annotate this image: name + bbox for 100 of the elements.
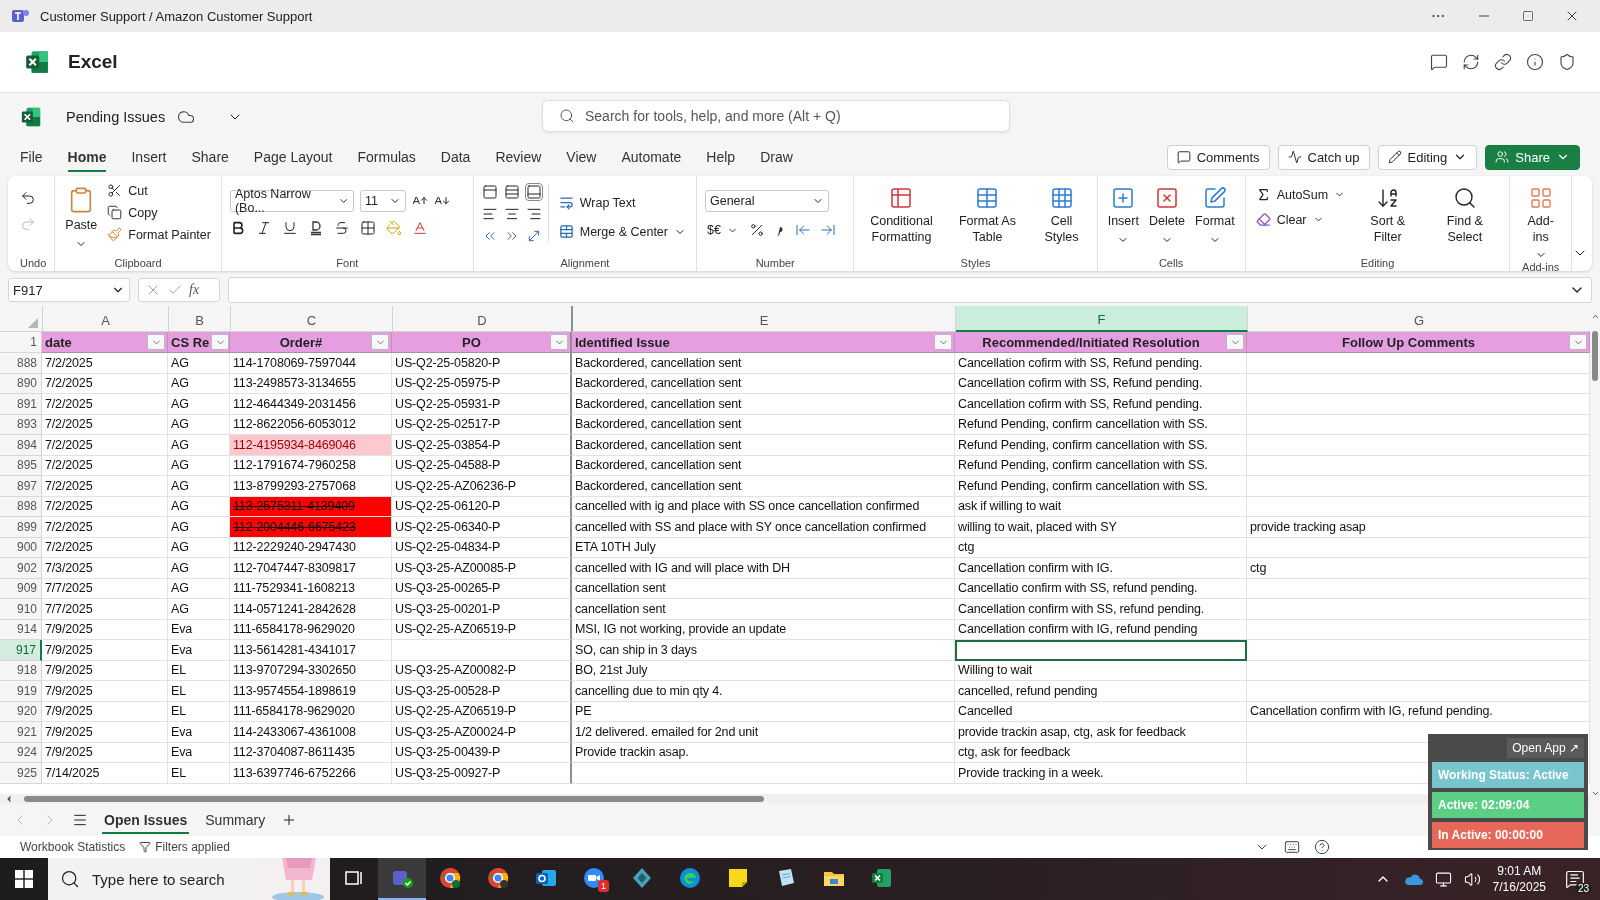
sort-filter-button[interactable]: Sort & Filter (1355, 180, 1421, 246)
column-letter[interactable]: C (231, 306, 393, 332)
strikethrough-icon[interactable] (333, 220, 350, 236)
row-number[interactable]: 1 (0, 332, 42, 353)
row-number[interactable]: 893 (0, 414, 42, 435)
column-letter[interactable]: E (573, 306, 956, 332)
borders-icon[interactable] (359, 220, 376, 236)
number-format-select[interactable]: General (704, 190, 829, 212)
spreadsheet-icon[interactable] (870, 866, 894, 890)
row-number[interactable]: 925 (0, 763, 42, 784)
decrease-decimal-icon[interactable] (819, 222, 836, 238)
browser-icon[interactable] (486, 866, 510, 890)
browser-icon[interactable] (438, 866, 462, 890)
row-number[interactable]: 920 (0, 701, 42, 722)
row-number[interactable]: 895 (0, 455, 42, 476)
column-letter[interactable]: B (169, 306, 231, 332)
row-number[interactable]: 898 (0, 496, 42, 517)
row-number[interactable]: 914 (0, 619, 42, 640)
taskbar-button[interactable] (378, 858, 426, 900)
link-icon[interactable] (1494, 53, 1512, 71)
column-letter[interactable]: G (1248, 306, 1590, 332)
sheet-tab[interactable]: Summary (203, 806, 268, 834)
refresh-icon[interactable] (1462, 53, 1480, 71)
formula-input[interactable] (228, 277, 1592, 303)
row-number[interactable]: 921 (0, 722, 42, 743)
align-center-icon[interactable] (503, 206, 520, 222)
name-box[interactable]: F917 (8, 278, 130, 302)
find-select-button[interactable]: Find & Select (1428, 180, 1502, 246)
keyboard-icon[interactable] (1284, 839, 1300, 855)
autosum-button[interactable]: AutoSum (1253, 184, 1348, 205)
wrap-text-button[interactable]: Wrap Text (556, 192, 688, 213)
taskbar-button[interactable]: 1 (570, 858, 618, 900)
ribbon-tab[interactable]: Draw (760, 142, 793, 172)
row-number[interactable]: 917 (0, 640, 42, 661)
column-letter[interactable]: A (43, 306, 169, 332)
column-letter[interactable]: F (956, 306, 1248, 332)
ribbon-tab[interactable]: Home (67, 142, 107, 172)
align-bottom-icon[interactable] (525, 184, 542, 200)
ribbon-tab[interactable]: Automate (621, 142, 682, 172)
restore-icon[interactable] (1522, 10, 1534, 22)
insert-button[interactable]: Insert (1105, 180, 1141, 246)
row-number[interactable]: 919 (0, 681, 42, 702)
currency-button[interactable]: $€ (704, 220, 740, 240)
volume-icon[interactable] (1463, 870, 1481, 888)
row-number[interactable]: 910 (0, 599, 42, 620)
row-number[interactable]: 891 (0, 394, 42, 415)
align-right-icon[interactable] (525, 206, 542, 222)
row-number[interactable]: 890 (0, 373, 42, 394)
cut-button[interactable]: Cut (105, 180, 213, 201)
status-item[interactable]: Filters applied (139, 840, 230, 854)
row-number[interactable]: 918 (0, 660, 42, 681)
sheet-tab[interactable]: Open Issues (102, 806, 190, 834)
shield-icon[interactable] (1558, 53, 1576, 71)
add-ins-button[interactable]: Add-ins (1518, 180, 1563, 262)
font-color-icon[interactable] (411, 220, 428, 236)
row-number[interactable]: 894 (0, 435, 42, 456)
notification-button[interactable]: 23 (1558, 862, 1592, 896)
sticky-notes-icon[interactable] (726, 866, 750, 890)
ribbon-tab[interactable]: Insert (131, 142, 167, 172)
open-app-button[interactable]: Open App ↗ (1507, 738, 1584, 758)
ribbon-tab[interactable]: View (566, 142, 597, 172)
align-middle-icon[interactable] (503, 184, 520, 200)
search-field[interactable]: Search for tools, help, and more (Alt + Q) (542, 100, 1010, 132)
selected-cell[interactable] (955, 640, 1247, 661)
merge-center-button[interactable]: Merge & Center (556, 221, 688, 242)
ribbon-tab[interactable]: File (20, 142, 43, 172)
row-number[interactable]: 900 (0, 537, 42, 558)
column-letter[interactable]: D (393, 306, 573, 332)
scroll-down-icon[interactable] (1590, 789, 1600, 798)
toolbar-button[interactable]: Share (1485, 144, 1580, 170)
chat-icon[interactable] (1430, 53, 1448, 71)
format-as-table-button[interactable]: Format As Table (948, 180, 1027, 246)
row-number[interactable]: 909 (0, 578, 42, 599)
delete-button[interactable]: Delete (1146, 180, 1188, 246)
ribbon-tab[interactable]: Page Layout (253, 142, 333, 172)
app-icon[interactable] (630, 866, 654, 890)
status-item[interactable]: Workbook Statistics (20, 840, 126, 854)
copy-button[interactable]: Copy (105, 202, 213, 223)
function-label[interactable]: fx (189, 282, 200, 298)
cloud-icon[interactable] (1402, 872, 1423, 886)
menu-icon[interactable] (72, 812, 88, 828)
ribbon-tab[interactable]: Data (440, 142, 471, 172)
format-button[interactable]: Format (1193, 180, 1237, 246)
paste-button[interactable]: Paste (63, 180, 100, 250)
row-number[interactable]: 902 (0, 558, 42, 579)
fill-color-icon[interactable] (385, 220, 402, 236)
scroll-left-icon[interactable] (4, 794, 14, 804)
undo-icon[interactable] (20, 190, 36, 206)
scroll-up-icon[interactable] (1590, 312, 1600, 321)
network-icon[interactable] (1434, 870, 1452, 888)
align-top-icon[interactable] (481, 184, 498, 200)
ribbon-tab[interactable]: Review (495, 142, 542, 172)
format-painter-button[interactable]: Format Painter (105, 224, 213, 245)
toolbar-button[interactable]: Catch up (1277, 144, 1370, 170)
ribbon-tab[interactable]: Share (191, 142, 229, 172)
row-number[interactable]: 897 (0, 476, 42, 497)
percent-icon[interactable] (748, 222, 765, 238)
row-number[interactable]: 899 (0, 517, 42, 538)
browser-icon[interactable] (678, 866, 702, 890)
document-name[interactable]: Pending Issues (66, 108, 166, 125)
